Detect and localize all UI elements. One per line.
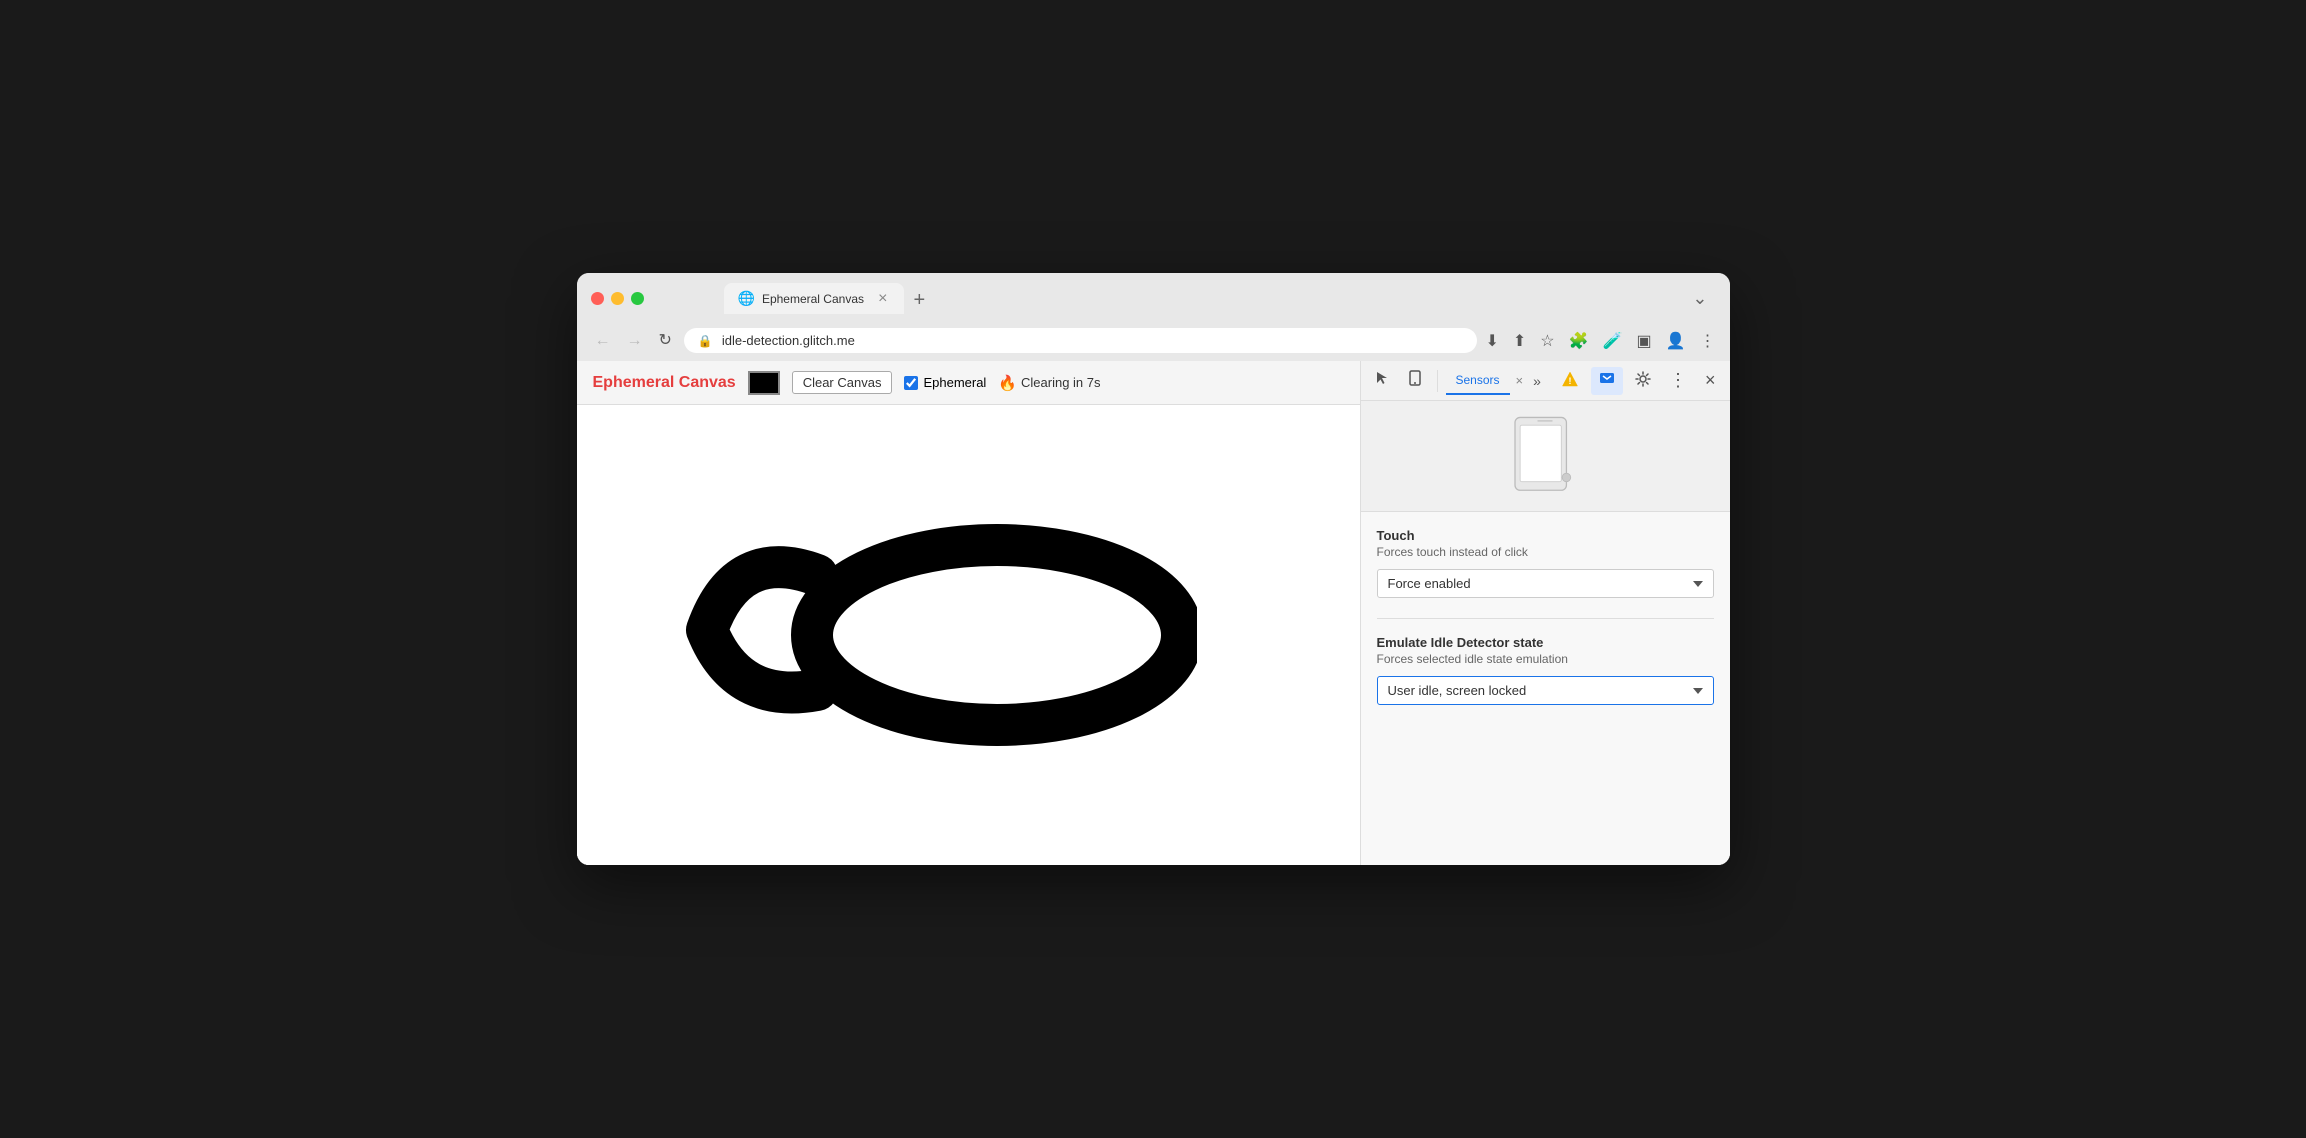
tabs-row: 🌐 Ephemeral Canvas × + (724, 283, 936, 314)
share-icon[interactable]: ⬆ (1513, 331, 1526, 351)
clearing-label: Clearing in 7s (1021, 375, 1101, 390)
device-emulator-button[interactable] (1401, 366, 1429, 395)
ephemeral-label: Ephemeral (923, 375, 986, 390)
browser-window: 🌐 Ephemeral Canvas × + ⌄ ← → ↻ 🔒 idle-de… (577, 273, 1730, 865)
fish-drawing (677, 445, 1197, 770)
devtools-more-button[interactable]: ⋮ (1663, 366, 1693, 395)
account-icon[interactable]: 👤 (1666, 331, 1686, 351)
app-title: Ephemeral Canvas (593, 374, 736, 392)
forward-button[interactable]: → (623, 331, 647, 351)
browser-toolbar-icons: ⬇ ⬆ ☆ 🧩 🧪 ▣ 👤 ⋮ (1485, 331, 1715, 351)
canvas-toolbar: Ephemeral Canvas Clear Canvas Ephemeral … (577, 361, 1360, 405)
window-controls-row: 🌐 Ephemeral Canvas × + ⌄ (591, 283, 1716, 314)
close-button[interactable] (591, 292, 604, 305)
idle-sublabel: Forces selected idle state emulation (1377, 652, 1714, 666)
new-tab-button[interactable]: + (904, 286, 936, 314)
reload-button[interactable]: ↻ (655, 331, 676, 351)
toolbar-divider (1437, 370, 1438, 392)
sensor-divider (1377, 618, 1714, 619)
sensors-content: Touch Forces touch instead of click Forc… (1361, 512, 1730, 865)
minimize-button[interactable] (611, 292, 624, 305)
sensors-tab-close[interactable]: × (1514, 374, 1526, 387)
devtools-close-button[interactable]: × (1699, 368, 1722, 393)
sidebar-icon[interactable]: ▣ (1636, 331, 1651, 351)
tab-close-button[interactable]: × (876, 291, 889, 307)
chevron-down-icon[interactable]: ⌄ (1684, 284, 1715, 313)
tab-favicon: 🌐 (738, 290, 755, 307)
svg-text:!: ! (1568, 376, 1571, 386)
touch-label: Touch (1377, 528, 1714, 543)
tab-title: Ephemeral Canvas (762, 292, 869, 306)
sensors-tab[interactable]: Sensors (1446, 367, 1510, 395)
touch-sublabel: Forces touch instead of click (1377, 545, 1714, 559)
color-swatch[interactable] (748, 371, 780, 395)
window-controls (591, 292, 644, 305)
maximize-button[interactable] (631, 292, 644, 305)
extensions-icon[interactable]: 🧩 (1569, 331, 1589, 351)
active-tab[interactable]: 🌐 Ephemeral Canvas × (724, 283, 904, 314)
address-bar-row: ← → ↻ 🔒 idle-detection.glitch.me ⬇ ⬆ ☆ 🧩… (577, 322, 1730, 361)
devtools-toolbar: Sensors × » ! (1361, 361, 1730, 401)
content-area: Ephemeral Canvas Clear Canvas Ephemeral … (577, 361, 1730, 865)
title-bar: 🌐 Ephemeral Canvas × + ⌄ (577, 273, 1730, 322)
drawing-canvas[interactable] (577, 405, 1360, 865)
lock-icon: 🔒 (698, 334, 713, 348)
touch-section: Touch Forces touch instead of click Forc… (1377, 528, 1714, 598)
warning-icon-button[interactable]: ! (1555, 366, 1585, 396)
idle-detector-section: Emulate Idle Detector state Forces selec… (1377, 635, 1714, 705)
back-button[interactable]: ← (591, 331, 615, 351)
devtools-right-icons: ! ⋮ (1555, 366, 1722, 396)
idle-select[interactable]: User idle, screen locked No idle emulati… (1377, 676, 1714, 705)
more-tabs-button[interactable]: » (1529, 369, 1545, 393)
idle-label: Emulate Idle Detector state (1377, 635, 1714, 650)
download-icon[interactable]: ⬇ (1485, 331, 1498, 351)
more-menu-icon[interactable]: ⋮ (1700, 331, 1716, 351)
address-bar[interactable]: 🔒 idle-detection.glitch.me (684, 328, 1478, 353)
clear-canvas-button[interactable]: Clear Canvas (792, 371, 893, 394)
canvas-panel: Ephemeral Canvas Clear Canvas Ephemeral … (577, 361, 1360, 865)
url-text: idle-detection.glitch.me (722, 333, 855, 348)
fire-icon: 🔥 (998, 374, 1017, 392)
touch-select[interactable]: Force enabled No override Force disabled (1377, 569, 1714, 598)
ephemeral-checkbox[interactable] (904, 376, 918, 390)
ephemeral-checkbox-group: Ephemeral (904, 375, 986, 390)
devtools-panel: Sensors × » ! (1360, 361, 1730, 865)
phone-illustration (1361, 401, 1730, 512)
clearing-badge: 🔥 Clearing in 7s (998, 374, 1100, 392)
settings-button[interactable] (1629, 367, 1657, 395)
cursor-tool-button[interactable] (1369, 366, 1397, 395)
star-icon[interactable]: ☆ (1540, 331, 1554, 351)
flask-icon[interactable]: 🧪 (1603, 331, 1623, 351)
message-icon-button[interactable] (1591, 367, 1623, 395)
